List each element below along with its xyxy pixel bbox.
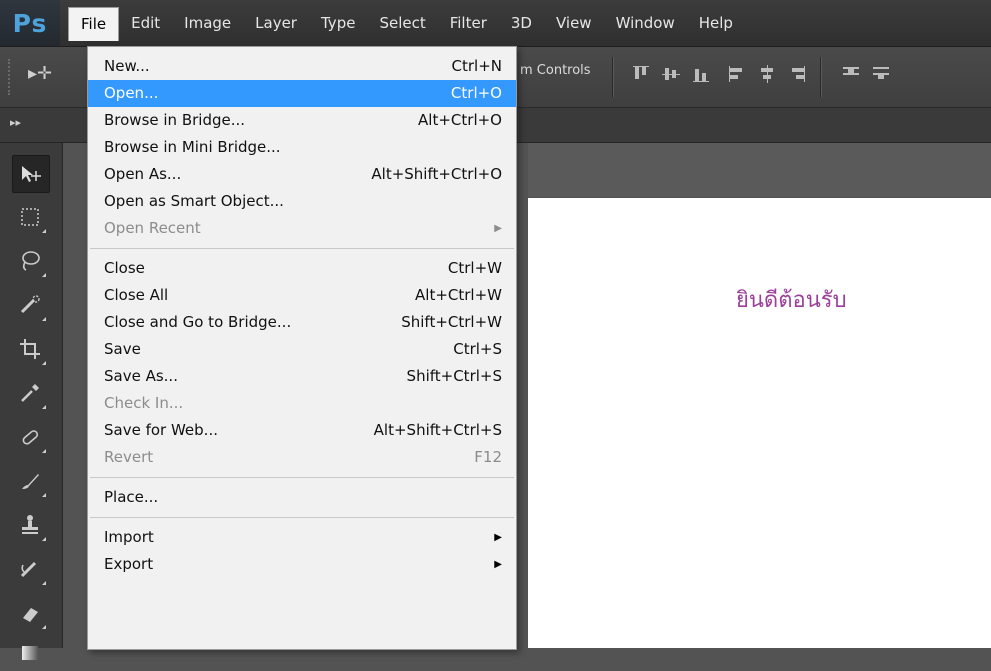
transform-controls-label[interactable]: m Controls [520,63,591,78]
photoshop-logo: Ps [0,0,60,46]
align-horizontal-center-icon[interactable] [756,63,778,85]
clone-stamp-tool-icon[interactable] [12,507,48,543]
collapse-panels-icon[interactable]: ▸▸ [10,116,21,129]
move-tool-icon[interactable] [12,155,50,193]
menu-help[interactable]: Help [687,7,745,39]
document-canvas[interactable] [528,198,991,648]
align-vertical-center-icon[interactable] [660,63,682,85]
menu-item-browse-in-bridge[interactable]: Browse in Bridge... Alt+Ctrl+O [88,107,516,134]
distribute-top-icon[interactable] [840,63,862,85]
menu-item-open[interactable]: Open... Ctrl+O [88,80,516,107]
submenu-arrow-icon: ▶ [494,559,502,570]
menu-separator [90,517,514,518]
menu-item-save-for-web[interactable]: Save for Web... Alt+Shift+Ctrl+S [88,417,516,444]
menu-image[interactable]: Image [172,7,243,39]
menu-window[interactable]: Window [604,7,687,39]
quick-selection-tool-icon[interactable] [12,287,48,323]
healing-brush-tool-icon[interactable] [12,419,48,455]
menu-item-browse-in-mini-bridge[interactable]: Browse in Mini Bridge... [88,134,516,161]
menu-layer[interactable]: Layer [243,7,309,39]
menu-edit[interactable]: Edit [119,7,172,39]
brush-tool-icon[interactable] [12,463,48,499]
menu-3d[interactable]: 3D [499,7,544,39]
options-separator [612,57,614,97]
move-tool-preset-icon[interactable]: ▸✛ [28,63,52,84]
menu-item-close-and-go-to-bridge[interactable]: Close and Go to Bridge... Shift+Ctrl+W [88,309,516,336]
gradient-tool-icon[interactable] [12,635,48,671]
menu-filter[interactable]: Filter [438,7,499,39]
menu-separator [90,248,514,249]
menu-item-open-as-smart-object[interactable]: Open as Smart Object... [88,188,516,215]
eyedropper-tool-icon[interactable] [12,375,48,411]
menu-separator [90,477,514,478]
file-menu-dropdown: New... Ctrl+N Open... Ctrl+O Browse in B… [87,46,517,650]
menu-select[interactable]: Select [367,7,437,39]
menu-view[interactable]: View [544,7,604,39]
options-bar-grip[interactable] [8,59,14,95]
menu-type[interactable]: Type [309,7,367,39]
crop-tool-icon[interactable] [12,331,48,367]
menu-file[interactable]: File [68,6,120,41]
menu-item-place[interactable]: Place... [88,484,516,511]
align-top-icon[interactable] [630,63,652,85]
tools-panel [0,143,63,660]
align-bottom-icon[interactable] [690,63,712,85]
menu-item-open-as[interactable]: Open As... Alt+Shift+Ctrl+O [88,161,516,188]
menu-item-save[interactable]: Save Ctrl+S [88,336,516,363]
menu-item-new[interactable]: New... Ctrl+N [88,53,516,80]
menu-item-check-in[interactable]: Check In... [88,390,516,417]
options-separator-2 [820,57,822,97]
menu-item-close-all[interactable]: Close All Alt+Ctrl+W [88,282,516,309]
align-left-icon[interactable] [726,63,748,85]
menu-item-close[interactable]: Close Ctrl+W [88,255,516,282]
history-brush-tool-icon[interactable] [12,551,48,587]
menu-item-open-recent[interactable]: Open Recent ▶ [88,215,516,242]
menu-item-import[interactable]: Import ▶ [88,524,516,551]
distribute-center-icon[interactable] [870,63,892,85]
menu-item-export[interactable]: Export ▶ [88,551,516,578]
eraser-tool-icon[interactable] [12,595,48,631]
lasso-tool-icon[interactable] [12,243,48,279]
menu-bar: Ps File Edit Image Layer Type Select Fil… [0,0,991,47]
align-right-icon[interactable] [786,63,808,85]
document-tab-area [528,143,991,197]
canvas-welcome-text: ยินดีต้อนรับ [736,288,847,313]
submenu-arrow-icon: ▶ [494,532,502,543]
marquee-tool-icon[interactable] [12,199,48,235]
menu-items: File Edit Image Layer Type Select Filter… [68,0,745,46]
menu-item-save-as[interactable]: Save As... Shift+Ctrl+S [88,363,516,390]
menu-item-revert[interactable]: Revert F12 [88,444,516,471]
submenu-arrow-icon: ▶ [494,223,502,234]
